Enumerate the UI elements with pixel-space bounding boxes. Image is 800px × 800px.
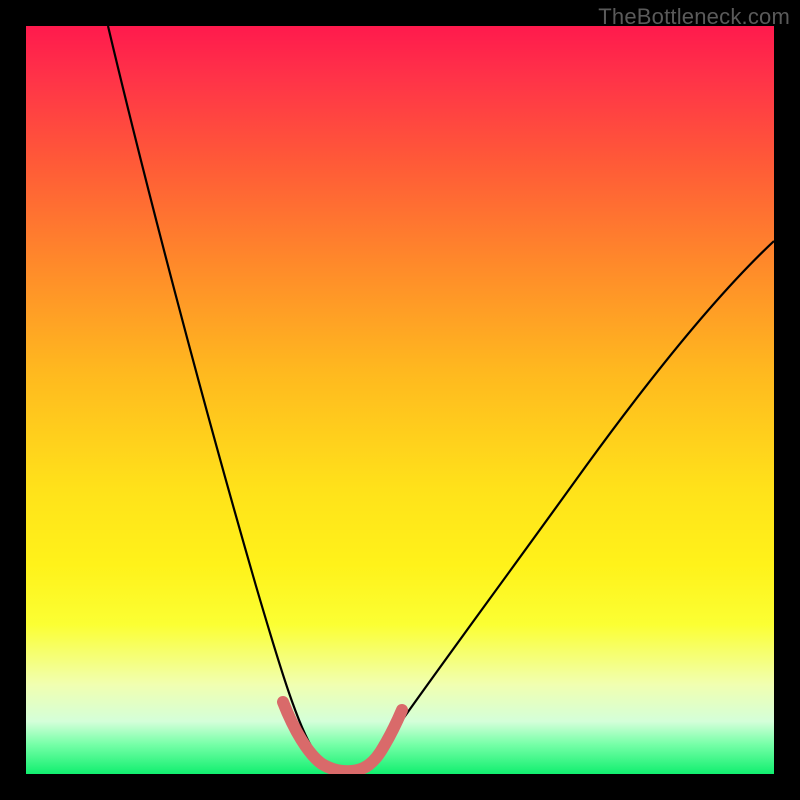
chart-plot-area [26,26,774,774]
watermark-text: TheBottleneck.com [598,4,790,30]
chart-svg [26,26,774,774]
optimal-zone-marker [283,702,402,771]
bottleneck-curve [108,26,774,772]
chart-frame: TheBottleneck.com [0,0,800,800]
